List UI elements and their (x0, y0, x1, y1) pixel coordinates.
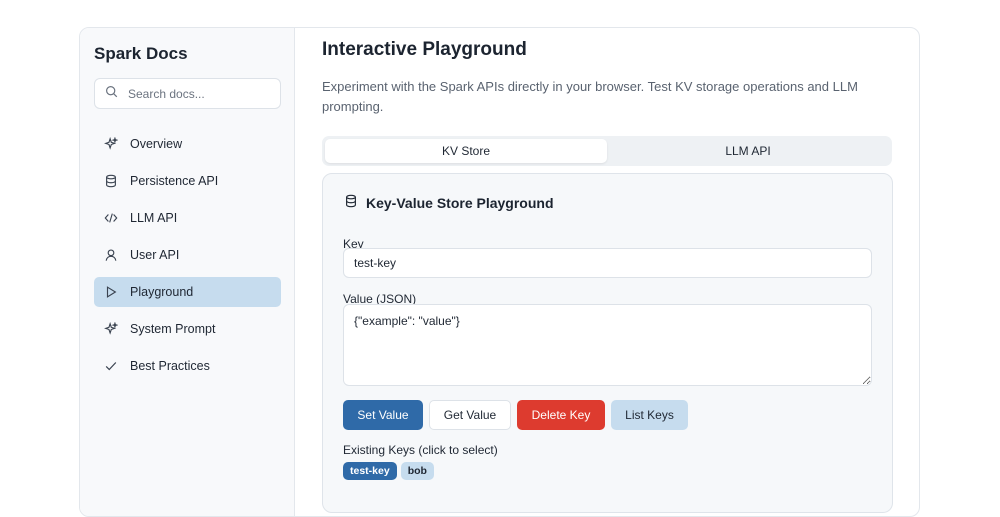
sidebar-nav: Overview Persistence API LLM API User AP… (94, 129, 281, 388)
kv-playground-card: Key-Value Store Playground Key Value (JS… (322, 173, 893, 513)
search-input[interactable] (128, 86, 268, 101)
code-icon (104, 211, 118, 225)
key-chip[interactable]: test-key (343, 462, 397, 480)
database-icon (344, 194, 358, 211)
sidebar-item-label: System Prompt (130, 322, 216, 336)
main-content: Interactive Playground Experiment with t… (322, 28, 894, 516)
sidebar-item-system-prompt[interactable]: System Prompt (94, 314, 281, 344)
sidebar-item-label: Best Practices (130, 359, 210, 373)
get-value-button[interactable]: Get Value (429, 400, 511, 430)
existing-keys-list: test-key bob (343, 462, 434, 480)
tab-kv-store[interactable]: KV Store (325, 139, 607, 163)
sidebar-item-label: Playground (130, 285, 194, 299)
sidebar-item-overview[interactable]: Overview (94, 129, 281, 159)
docs-window: Spark Docs Overview Persistence API (79, 27, 920, 517)
sidebar-item-llm-api[interactable]: LLM API (94, 203, 281, 233)
sidebar-item-label: Persistence API (130, 174, 219, 188)
set-value-button[interactable]: Set Value (343, 400, 423, 430)
sidebar-item-persistence-api[interactable]: Persistence API (94, 166, 281, 196)
sidebar-item-playground[interactable]: Playground (94, 277, 281, 307)
delete-key-button[interactable]: Delete Key (517, 400, 605, 430)
key-input[interactable] (343, 248, 872, 278)
sidebar-item-label: Overview (130, 137, 183, 151)
sparkle-icon (104, 137, 118, 151)
search-box[interactable] (94, 78, 281, 109)
brand-title: Spark Docs (94, 44, 188, 63)
page-description: Experiment with the Spark APIs directly … (322, 79, 858, 114)
existing-keys-label: Existing Keys (click to select) (343, 443, 498, 457)
check-icon (104, 359, 118, 373)
card-title-text: Key-Value Store Playground (366, 194, 554, 211)
page-title: Interactive Playground (322, 39, 527, 60)
value-textarea[interactable]: {"example": "value"} (343, 304, 872, 386)
sidebar-item-user-api[interactable]: User API (94, 240, 281, 270)
user-icon (104, 248, 118, 262)
sidebar: Spark Docs Overview Persistence API (80, 28, 295, 516)
card-title: Key-Value Store Playground (344, 194, 554, 211)
sidebar-item-label: LLM API (130, 211, 178, 225)
list-keys-button[interactable]: List Keys (611, 400, 688, 430)
sidebar-item-best-practices[interactable]: Best Practices (94, 351, 281, 381)
playground-tabs: KV Store LLM API (322, 136, 892, 166)
sidebar-item-label: User API (130, 248, 180, 262)
play-icon (104, 285, 118, 299)
sparkle-icon (104, 322, 118, 336)
database-icon (104, 174, 118, 188)
tab-llm-api[interactable]: LLM API (607, 139, 889, 163)
key-chip[interactable]: bob (400, 462, 434, 480)
search-icon (105, 85, 118, 103)
